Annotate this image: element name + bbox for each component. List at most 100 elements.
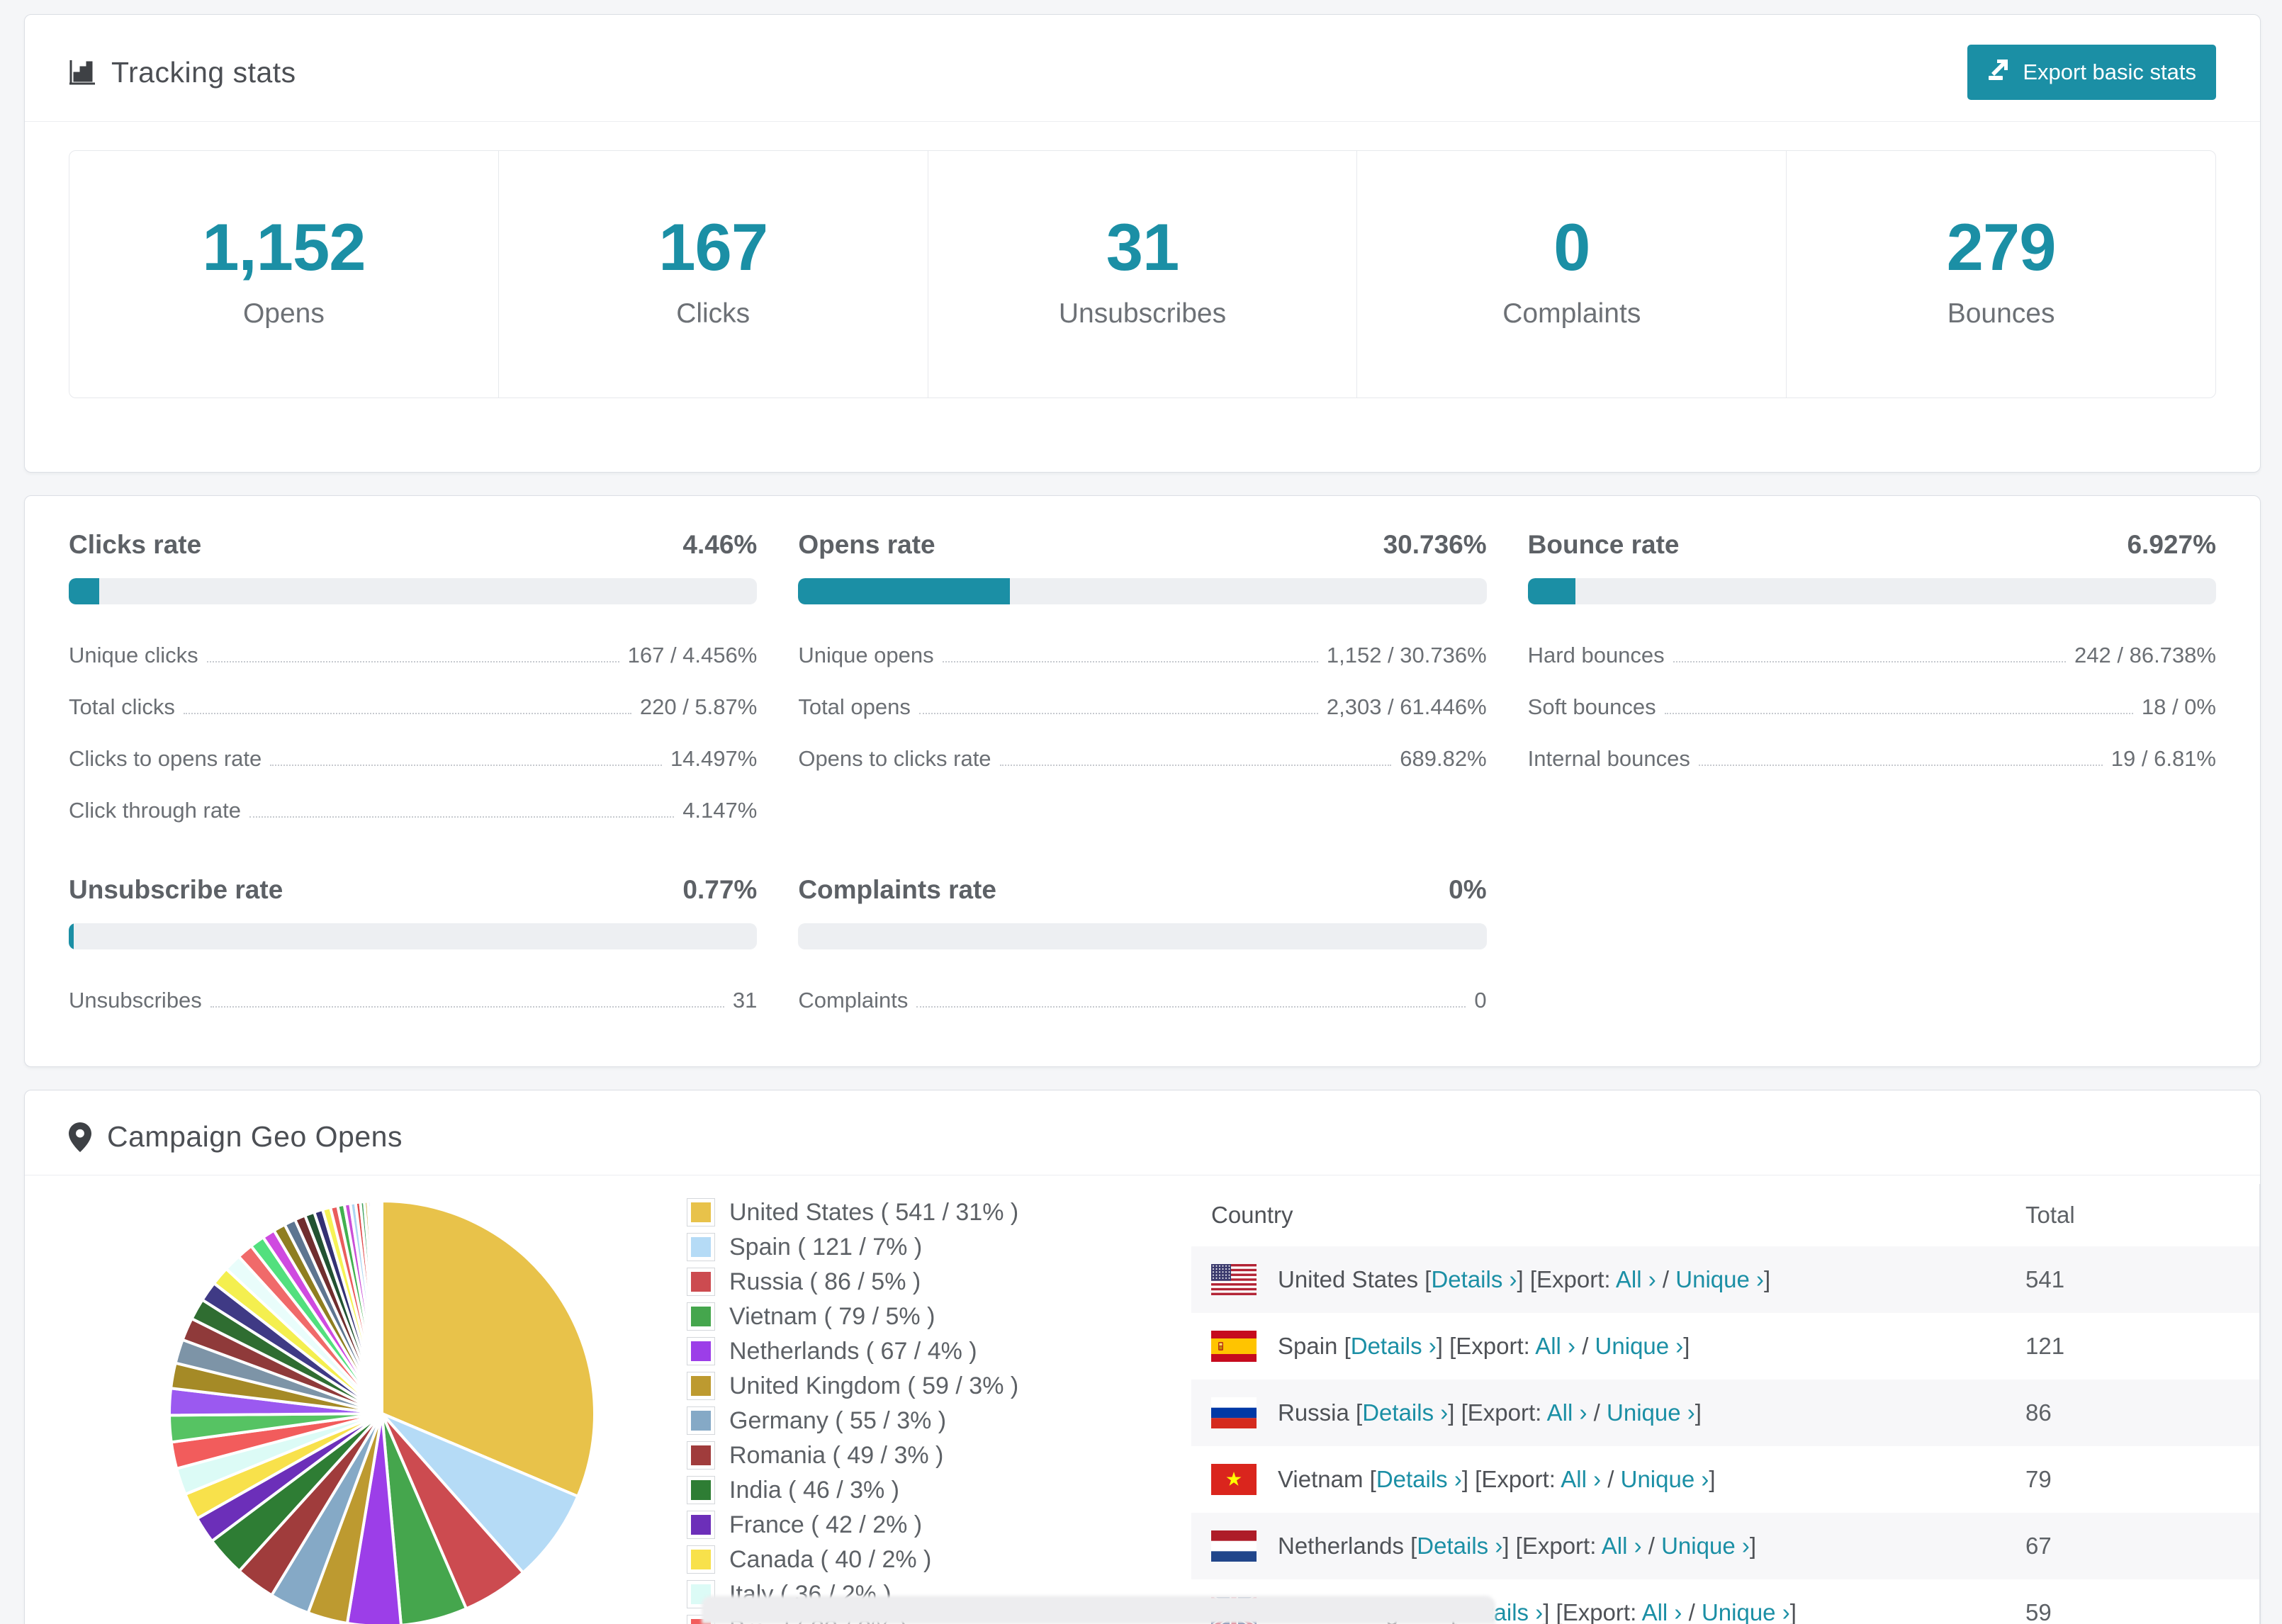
legend-item: Netherlands ( 67 / 4% ) (687, 1337, 1191, 1365)
detail-label: Soft bounces (1527, 694, 1656, 719)
export-unique-link[interactable]: Unique › (1607, 1399, 1695, 1426)
dotted-leader (1673, 641, 2067, 662)
legend-item: Canada ( 40 / 2% ) (687, 1545, 1191, 1574)
flag-es-icon (1211, 1331, 1257, 1362)
geo-pie-chart (167, 1199, 596, 1624)
details-link[interactable]: Details › (1351, 1333, 1437, 1359)
export-unique-link[interactable]: Unique › (1675, 1266, 1764, 1292)
below-fold-element (702, 1596, 1495, 1624)
column-header-country: Country (1211, 1202, 1293, 1228)
rate-detail-row: Total opens 2,303 / 61.446% (798, 680, 1486, 732)
geo-table-row-russia: Russia [Details ›] [Export: All › / Uniq… (1191, 1380, 2259, 1446)
rate-detail-row: Unique opens 1,152 / 30.736% (798, 628, 1486, 680)
detail-label: Total clicks (69, 694, 175, 719)
rate-block-complaints-rate: Complaints rate 0% Complaints 0 (798, 875, 1487, 1025)
geo-table-row-spain: Spain [Details ›] [Export: All › / Uniqu… (1191, 1313, 2259, 1380)
rate-block-bounce-rate: Bounce rate 6.927% Hard bounces 242 / 86… (1527, 530, 2216, 835)
detail-value: 167 / 4.456% (627, 643, 758, 667)
geo-table-row-netherlands: Netherlands [Details ›] [Export: All › /… (1191, 1513, 2259, 1579)
rate-progress-track (798, 923, 1487, 949)
country-name: United States (1278, 1266, 1419, 1292)
rate-detail-row: Clicks to opens rate 14.497% (69, 732, 757, 784)
dotted-leader (206, 641, 619, 662)
stat-label: Clicks (676, 298, 751, 329)
stat-value: 167 (658, 210, 768, 284)
legend-label: Russia ( 86 / 5% ) (729, 1268, 921, 1295)
details-link[interactable]: Details › (1417, 1533, 1502, 1559)
country-cell-text: Spain [Details ›] [Export: All › / Uniqu… (1278, 1333, 1690, 1359)
details-link[interactable]: Details › (1362, 1399, 1448, 1426)
stat-label: Bounces (1947, 298, 2055, 329)
legend-item: Vietnam ( 79 / 5% ) (687, 1302, 1191, 1331)
rate-detail-row: Total clicks 220 / 5.87% (69, 680, 757, 732)
rate-block-opens-rate: Opens rate 30.736% Unique opens 1,152 / … (798, 530, 1487, 835)
country-total: 541 (2025, 1266, 2065, 1292)
detail-value: 2,303 / 61.446% (1326, 694, 1487, 719)
map-pin-icon (69, 1122, 91, 1152)
legend-swatch (687, 1372, 715, 1400)
tracking-stats-card: Tracking stats Export basic stats 1,152 … (24, 14, 2261, 473)
detail-value: 242 / 86.738% (2074, 643, 2216, 667)
stat-value: 1,152 (202, 210, 366, 284)
summary-stat-opens: 1,152 Opens (69, 151, 499, 397)
rate-progress-track (1527, 578, 2216, 604)
legend-label: Netherlands ( 67 / 4% ) (729, 1337, 977, 1365)
country-total: 121 (2025, 1333, 2065, 1359)
dotted-leader (249, 796, 675, 818)
rate-block-clicks-rate: Clicks rate 4.46% Unique clicks 167 / 4.… (69, 530, 758, 835)
dotted-leader (918, 692, 1318, 714)
details-link[interactable]: Details › (1431, 1266, 1517, 1292)
card-header-divider (25, 121, 2260, 122)
export-all-link[interactable]: All › (1616, 1266, 1656, 1292)
summary-stat-bounces: 279 Bounces (1787, 151, 2215, 397)
legend-label: United Kingdom ( 59 / 3% ) (729, 1372, 1019, 1399)
stat-value: 279 (1946, 210, 2057, 284)
summary-stat-unsubscribes: 31 Unsubscribes (928, 151, 1358, 397)
export-all-link[interactable]: All › (1547, 1399, 1587, 1426)
detail-value: 18 / 0% (2141, 694, 2216, 719)
detail-value: 1,152 / 30.736% (1326, 643, 1487, 667)
rate-value: 0.77% (682, 875, 758, 904)
rates-card: Clicks rate 4.46% Unique clicks 167 / 4.… (24, 495, 2261, 1067)
legend-label: India ( 46 / 3% ) (729, 1476, 900, 1504)
export-all-link[interactable]: All › (1642, 1599, 1682, 1624)
rate-title: Unsubscribe rate (69, 875, 283, 904)
detail-label: Click through rate (69, 798, 241, 823)
flag-vn-icon (1211, 1464, 1257, 1495)
legend-item: France ( 42 / 2% ) (687, 1511, 1191, 1539)
rate-progress-track (798, 578, 1487, 604)
export-unique-link[interactable]: Unique › (1661, 1533, 1750, 1559)
geo-opens-card: Campaign Geo Opens United States ( 541 /… (24, 1090, 2261, 1624)
country-name: Russia (1278, 1399, 1349, 1426)
legend-item: United States ( 541 / 31% ) (687, 1198, 1191, 1227)
rates-row-1: Clicks rate 4.46% Unique clicks 167 / 4.… (69, 530, 2216, 835)
detail-label: Clicks to opens rate (69, 746, 262, 771)
rate-title: Complaints rate (798, 875, 996, 904)
details-link[interactable]: Details › (1376, 1466, 1462, 1492)
export-icon (1987, 57, 2011, 87)
flag-nl-icon (1211, 1530, 1257, 1562)
export-unique-link[interactable]: Unique › (1621, 1466, 1709, 1492)
legend-label: Canada ( 40 / 2% ) (729, 1545, 932, 1573)
dotted-leader (210, 986, 724, 1008)
rate-detail-row: Hard bounces 242 / 86.738% (1528, 628, 2216, 680)
country-total: 86 (2025, 1399, 2052, 1426)
export-unique-link[interactable]: Unique › (1595, 1333, 1684, 1359)
export-all-link[interactable]: All › (1602, 1533, 1642, 1559)
export-all-link[interactable]: All › (1561, 1466, 1601, 1492)
country-name: Vietnam (1278, 1466, 1364, 1492)
legend-item: India ( 46 / 3% ) (687, 1476, 1191, 1504)
legend-label: United States ( 541 / 31% ) (729, 1198, 1019, 1226)
rate-value: 4.46% (682, 530, 758, 559)
detail-label: Complaints (798, 988, 909, 1013)
country-cell-text: Netherlands [Details ›] [Export: All › /… (1278, 1533, 1756, 1559)
legend-swatch (687, 1441, 715, 1470)
rate-block-unsubscribe-rate: Unsubscribe rate 0.77% Unsubscribes 31 (69, 875, 758, 1025)
country-cell-text: United States [Details ›] [Export: All ›… (1278, 1266, 1771, 1292)
export-basic-stats-button[interactable]: Export basic stats (1967, 45, 2216, 100)
export-all-link[interactable]: All › (1535, 1333, 1575, 1359)
legend-item: Romania ( 49 / 3% ) (687, 1441, 1191, 1470)
export-unique-link[interactable]: Unique › (1702, 1599, 1790, 1624)
detail-label: Opens to clicks rate (798, 746, 991, 771)
rate-detail-row: Soft bounces 18 / 0% (1528, 680, 2216, 732)
